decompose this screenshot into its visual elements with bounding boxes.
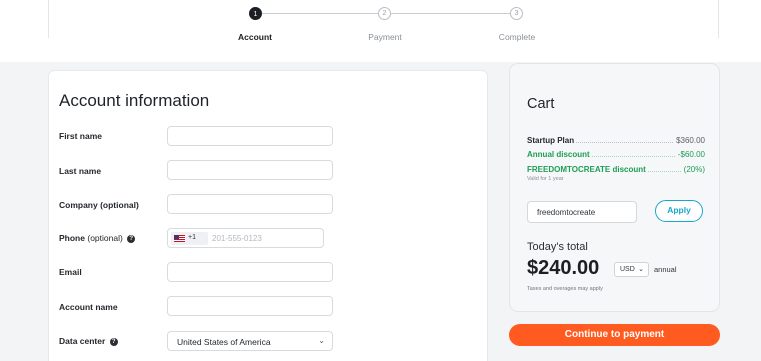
line-item-amount: (20%) xyxy=(681,165,705,174)
cart-card: Cart Startup Plan $360.00 Annual discoun… xyxy=(509,63,720,312)
form-title: Account information xyxy=(59,91,210,110)
cart-title: Cart xyxy=(527,96,555,112)
billing-period: annual xyxy=(654,265,677,274)
promo-code-input[interactable]: freedomtocreate xyxy=(527,201,637,223)
discount-valid-note: Valid for 1 year xyxy=(527,176,564,182)
account-form-card: Account information First name Last name… xyxy=(48,70,488,361)
continue-to-payment-button[interactable]: Continue to payment xyxy=(509,324,720,346)
phone-optional-text: (optional) xyxy=(87,233,123,243)
phone-input[interactable]: +1 201-555-0123 xyxy=(167,228,324,248)
first-name-label: First name xyxy=(59,131,102,141)
phone-label: Phone (optional) ? xyxy=(59,233,136,243)
country-code-select[interactable]: +1 xyxy=(171,232,208,245)
email-label: Email xyxy=(59,267,82,277)
email-input[interactable] xyxy=(167,262,333,282)
line-item-name: Startup Plan xyxy=(527,136,577,145)
step-1-indicator: 1 xyxy=(249,7,262,20)
line-item-amount: $360.00 xyxy=(674,136,705,145)
tax-note: Taxes and overages may apply xyxy=(527,286,603,292)
total-amount: $240.00 xyxy=(527,257,600,279)
chevron-down-icon: ⌄ xyxy=(638,266,644,273)
cart-line-promo-discount: FREEDOMTOCREATE discount (20%) xyxy=(527,165,705,175)
company-input[interactable] xyxy=(167,194,333,214)
step-3-indicator: 3 xyxy=(510,7,523,20)
help-icon[interactable]: ? xyxy=(109,337,118,346)
account-name-label: Account name xyxy=(59,302,118,312)
company-label: Company (optional) xyxy=(59,200,139,210)
data-center-label: Data center ? xyxy=(59,336,118,346)
step-2-indicator: 2 xyxy=(378,7,391,20)
step-connector xyxy=(262,13,378,14)
divider xyxy=(48,0,49,38)
currency-value: USD xyxy=(620,266,635,273)
step-2-label: Payment xyxy=(368,32,402,42)
data-center-label-text: Data center xyxy=(59,336,106,346)
currency-select[interactable]: USD ⌄ xyxy=(614,262,649,277)
cart-line-plan: Startup Plan $360.00 xyxy=(527,136,705,146)
line-item-name: Annual discount xyxy=(527,150,592,159)
data-center-value: United States of America xyxy=(177,337,271,347)
country-code: +1 xyxy=(188,234,196,241)
today-total-label: Today's total xyxy=(527,241,588,253)
data-center-select[interactable]: United States of America ⌄ xyxy=(167,331,333,351)
step-1-label: Account xyxy=(238,32,272,42)
divider xyxy=(718,0,719,38)
cart-line-annual-discount: Annual discount -$60.00 xyxy=(527,150,705,160)
account-name-input[interactable] xyxy=(167,296,333,316)
phone-label-text: Phone xyxy=(59,233,85,243)
step-connector xyxy=(390,13,510,14)
line-item-name: FREEDOMTOCREATE discount xyxy=(527,165,648,174)
first-name-input[interactable] xyxy=(167,126,333,146)
step-3-label: Complete xyxy=(498,32,536,42)
phone-placeholder: 201-555-0123 xyxy=(212,234,262,243)
checkout-stepper: 1 2 3 Account Payment Complete xyxy=(0,0,761,62)
line-item-amount: -$60.00 xyxy=(675,150,705,159)
us-flag-icon xyxy=(174,235,185,242)
last-name-input[interactable] xyxy=(167,160,333,180)
last-name-label: Last name xyxy=(59,166,102,176)
help-icon[interactable]: ? xyxy=(127,234,136,243)
promo-code-value: freedomtocreate xyxy=(537,208,596,217)
apply-button[interactable]: Apply xyxy=(655,200,703,222)
chevron-down-icon: ⌄ xyxy=(318,336,325,345)
